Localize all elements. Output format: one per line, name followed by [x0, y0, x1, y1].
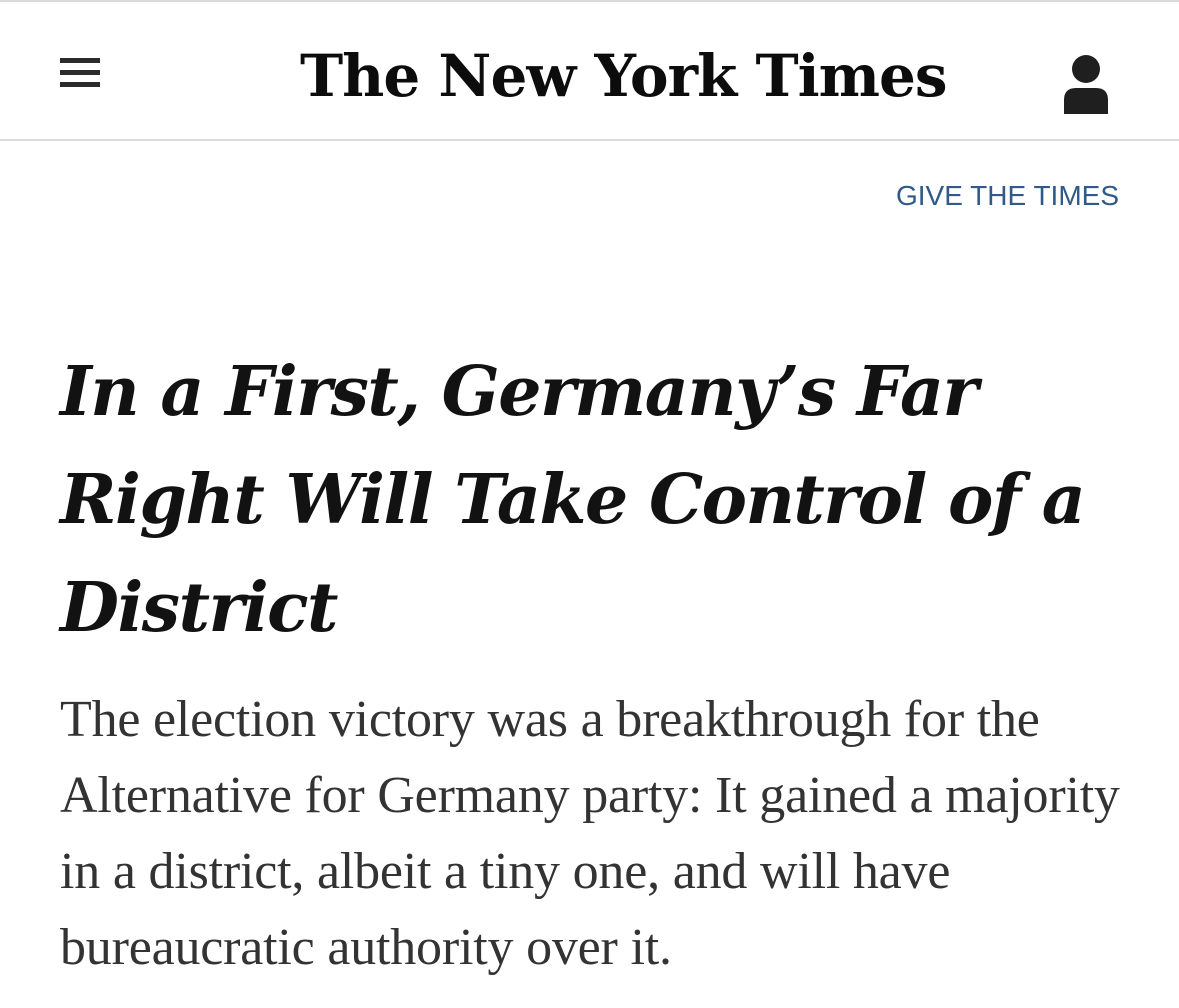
menu-icon-bar: [60, 58, 100, 63]
article-summary: The election victory was a breakthrough …: [60, 691, 1120, 976]
give-the-times-link[interactable]: GIVE THE TIMES: [896, 178, 1119, 214]
account-button[interactable]: [1058, 52, 1114, 116]
nyt-logo[interactable]: The New York Times: [300, 28, 948, 124]
user-account-icon: [1064, 55, 1108, 114]
article-headline: In a First, Germany’s Far Right Will Tak…: [60, 352, 1086, 648]
menu-icon-bar: [60, 82, 100, 87]
menu-icon-bar: [60, 70, 100, 75]
masthead: The New York Times: [0, 2, 1179, 141]
menu-button[interactable]: [56, 52, 106, 96]
